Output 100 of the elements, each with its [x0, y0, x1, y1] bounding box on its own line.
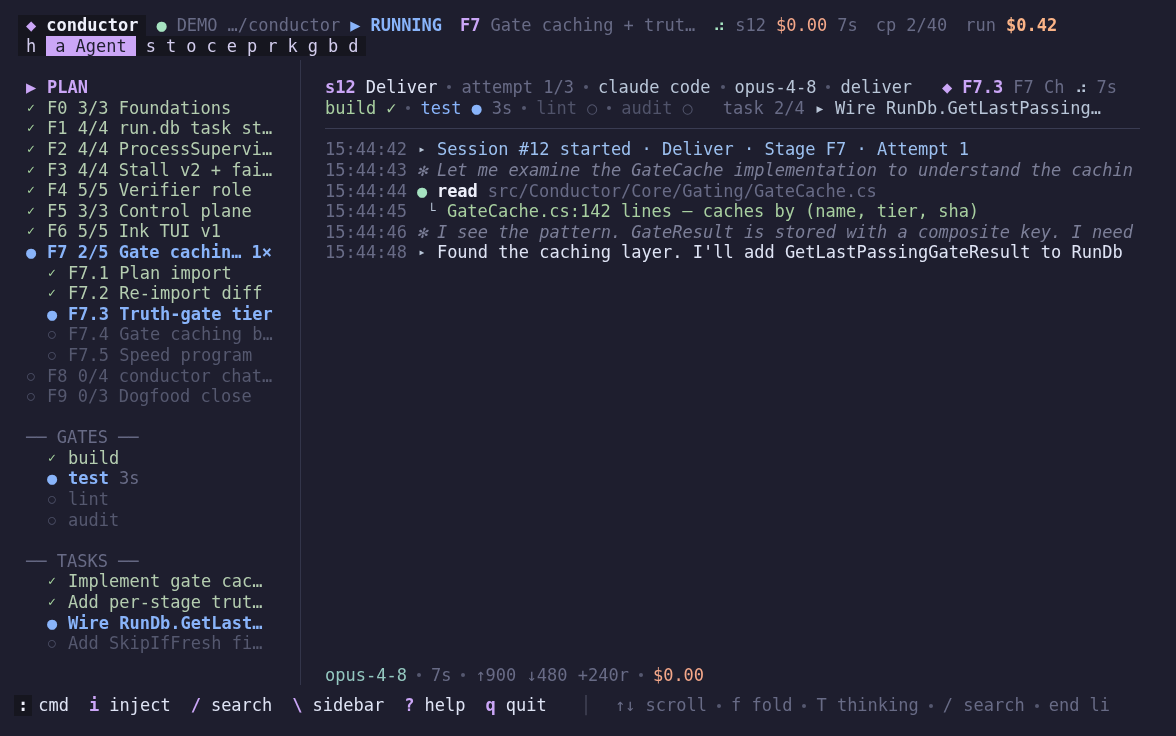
plan-item[interactable]: ✓ F4 5/5 Verifier role [26, 180, 300, 201]
tab[interactable]: h [26, 35, 37, 57]
gate-name: audit [621, 97, 673, 119]
gate-name: test [420, 97, 462, 119]
log-marker-icon: ▸ [416, 139, 427, 160]
run-label: run [965, 15, 997, 36]
app-name: conductor [46, 15, 139, 36]
status-icon: ○ [47, 509, 57, 531]
shortcut-hint[interactable]: / search [190, 695, 273, 716]
tab[interactable]: p [246, 35, 258, 57]
plan-item[interactable]: ✓ F5 3/3 Control plane [26, 200, 300, 222]
diamond-icon: ◆ [26, 15, 37, 36]
usage-info: ↑900 ↓480 +240r [475, 664, 629, 686]
run-state: RUNNING [370, 15, 443, 36]
pointer-icon: ▸ [814, 97, 825, 119]
shortcut-hint: end li [1048, 695, 1111, 716]
task-item[interactable]: ✓ Add per-stage trut… [26, 592, 300, 613]
log-message: src/Conductor/Core/Gating/GateCache.cs [487, 180, 877, 202]
timestamp: 15:44:43 [325, 159, 407, 181]
status-icon: ✓ [26, 221, 36, 242]
session-detail: opus-4-8 [734, 77, 817, 98]
tab[interactable]: o [186, 35, 197, 57]
gate-name: lint [68, 489, 109, 510]
status-icon: ✓ [26, 200, 36, 222]
log-message: Session #12 started · Deliver · Stage F7 · Attempt 1 [436, 139, 970, 160]
shortcut-hint[interactable]: ? help [404, 695, 466, 716]
plan-item[interactable]: ✓ F3 4/4 Stall v2 + fai… [26, 159, 300, 181]
usage-info: 7s [430, 664, 452, 686]
section-heading: ── TASKS ── [26, 550, 139, 572]
project-path: …/conductor [227, 15, 341, 36]
status-icon: ○ [47, 489, 57, 510]
plan-subitem[interactable]: ● F7.3 Truth-gate tier [26, 303, 300, 325]
status-icon: ○ [47, 324, 57, 345]
session-cost: $0.00 [776, 15, 828, 36]
plan-item[interactable]: ● F7 2/5 Gate cachin… 1× [26, 241, 300, 263]
plan-item[interactable]: ✓ F0 3/3 Foundations [26, 97, 300, 119]
tab[interactable]: r [267, 35, 278, 57]
timestamp: 15:44:48 [325, 242, 407, 263]
log-message: Let me examine the GateCache implementation to understand the cachin [436, 159, 1133, 181]
tab[interactable]: t [165, 35, 177, 57]
plan-subitem[interactable]: ✓ F7.2 Re-import diff [26, 283, 300, 304]
status-icon: ✓ [26, 138, 36, 160]
timestamp: 15:44:46 [325, 221, 407, 243]
status-icon: ● [471, 97, 482, 119]
plan-item[interactable]: ✓ F6 5/5 Ink TUI v1 [26, 221, 300, 242]
tab[interactable]: d [348, 35, 359, 57]
log-marker-icon: ✻ [416, 221, 427, 243]
gate-name: test [68, 468, 109, 490]
log-message: GateCache.cs:142 lines — caches by (name, tier, sha) [446, 201, 980, 222]
status-icon: ● [47, 468, 57, 490]
shortcut-hint: T thinking [816, 695, 919, 716]
status-icon: ✓ [47, 283, 57, 304]
spinner-icon: ⠴ [713, 15, 726, 36]
run-cost: $0.42 [1006, 15, 1058, 36]
tab[interactable]: g [307, 35, 318, 57]
task-item[interactable]: ✓ Implement gate cac… [26, 571, 300, 593]
task-item[interactable]: ● Wire RunDb.GetLast… [26, 612, 300, 634]
log-marker-icon: ✻ [416, 159, 427, 181]
shortcut-hint[interactable]: q quit [485, 695, 547, 716]
tool-name: read [436, 180, 478, 202]
session-detail: attempt 1/3 [461, 77, 574, 98]
tab[interactable]: b [327, 35, 339, 57]
elapsed-time: 7s [837, 15, 858, 36]
tab[interactable]: s [145, 35, 156, 57]
tab[interactable]: k [287, 35, 298, 57]
status-icon: ○ [682, 97, 693, 119]
gate-time: 3s [491, 97, 513, 119]
tab[interactable]: e [226, 35, 237, 57]
status-icon: ● [26, 241, 36, 263]
gate-time: 3s [118, 468, 140, 490]
status-icon: ○ [587, 97, 598, 119]
log-message: Found the caching layer. I'll add GetLastPassingGateResult to RunDb [436, 242, 1123, 263]
plan-item[interactable]: ✓ F1 4/4 run.db task st… [26, 118, 300, 139]
tab[interactable]: c [206, 35, 217, 57]
status-icon: ✓ [47, 262, 57, 284]
shortcut-hint: f fold [731, 695, 793, 716]
log-message: I see the pattern. GateResult is stored with a composite key. I need [436, 221, 1133, 243]
model-name: opus-4-8 [325, 664, 407, 686]
elapsed-time: 7s [1096, 77, 1117, 98]
status-icon: ○ [47, 344, 57, 366]
diamond-icon: ◆ [942, 77, 953, 98]
task-title: F7 Ch [1013, 77, 1065, 98]
play-icon: ▶ [26, 77, 36, 98]
divider-label: │ [580, 695, 591, 716]
gate-name: audit [68, 509, 120, 531]
tab[interactable]: a Agent [46, 35, 136, 57]
gate-name: build [68, 447, 120, 469]
status-icon: ● [47, 303, 57, 325]
status-icon: ✓ [47, 571, 57, 593]
spinner-icon: ⠴ [1074, 77, 1087, 98]
plan-subitem[interactable]: ✓ F7.1 Plan import [26, 262, 300, 284]
shortcut-hint[interactable]: i inject [88, 695, 171, 716]
status-icon: ✓ [26, 97, 36, 119]
status-icon: ✓ [386, 97, 397, 119]
task-count: task 2/4 [722, 97, 805, 119]
shortcut-hint[interactable]: \ sidebar [292, 695, 385, 716]
status-icon: ● [47, 612, 57, 634]
status-dot-icon: ● [156, 15, 167, 36]
checkpoint-count: cp 2/40 [875, 15, 948, 36]
plan-item[interactable]: ✓ F2 4/4 ProcessSupervi… [26, 138, 300, 160]
